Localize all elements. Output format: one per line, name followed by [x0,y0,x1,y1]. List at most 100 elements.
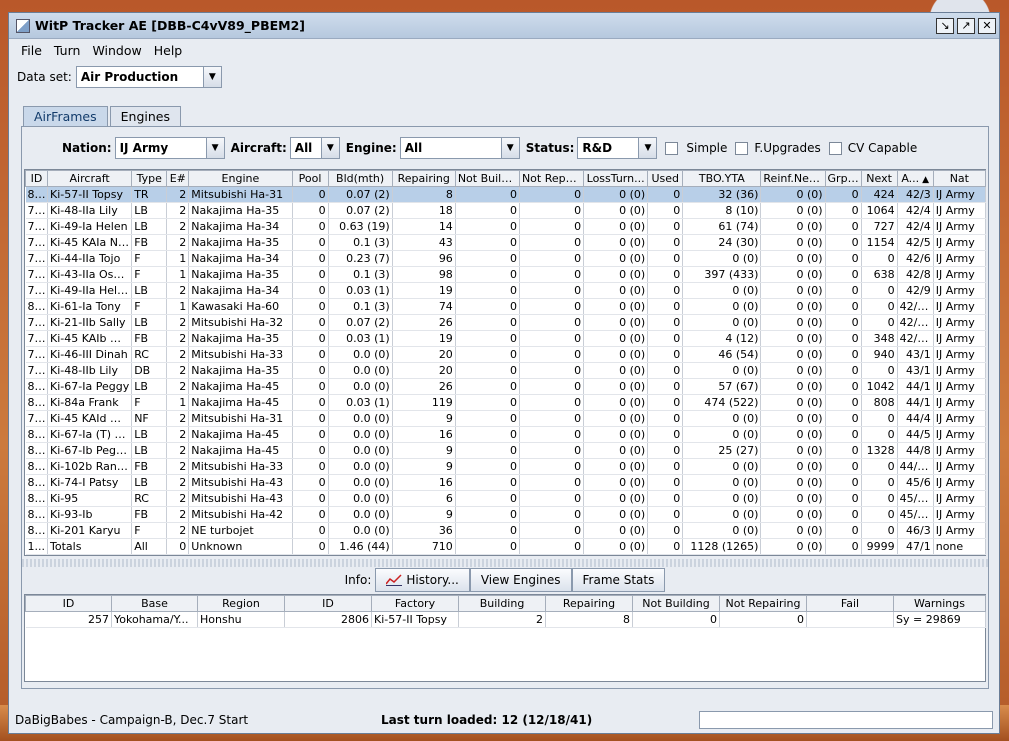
table-row[interactable]: 839 Ki-102b Randy FB 2 Mitsubishi Ha-33 0 0.0 … [25,458,987,475]
column-header[interactable]: ID [24,170,49,187]
table-cell: 638 [861,266,898,283]
chevron-down-icon[interactable]: ▼ [205,138,224,158]
column-header[interactable]: Next [860,170,898,187]
table-cell: 0 [292,394,329,411]
table-row[interactable]: 776 Ki-45 KAIb Nick FB 2 Nakajima Ha-35 0 0.03… [25,330,987,347]
nation-select[interactable]: IJ Army ▼ [114,137,225,159]
table-row[interactable]: 809 Ki-61-Ia Tony F 1 Kawasaki Ha-60 0 0.1 (3)… [25,298,987,315]
menu-help[interactable]: Help [148,43,189,58]
cvcapable-checkbox[interactable]: CV Capable [828,141,917,155]
column-header[interactable]: TBO.YTA [682,170,762,187]
airframe-table[interactable]: ID Aircraft Type E# Engine Pool Bld(mth) Repair… [24,169,987,556]
column-header[interactable]: Pool [291,170,329,187]
table-row[interactable]: 762 Ki-43-IIa Oscar F 1 Nakajima Ha-35 0 0.1 (… [25,266,987,283]
engine-select[interactable]: All ▼ [399,137,520,159]
column-header[interactable]: Aircraft [47,170,133,187]
column-header[interactable]: Repairing [391,170,456,187]
table-cell: 424 [861,186,898,203]
table-cell: 0 [455,442,520,459]
table-row[interactable]: 831 Ki-93-Ib FB 2 Mitsubishi Ha-42 0 0.0 (0) 9 0… [25,506,987,523]
menu-turn[interactable]: Turn [48,43,87,58]
table-cell: Mitsubishi Ha-42 [188,506,293,523]
table-row[interactable]: 815 Ki-67-Ia Peggy LB 2 Nakajima Ha-45 0 0.0 (… [25,378,987,395]
tab-airframes[interactable]: AirFrames [23,106,108,126]
factory-table[interactable]: ID Base Region ID Factory Building Repairing No… [24,594,986,682]
chevron-down-icon[interactable]: ▼ [202,67,221,87]
column-header[interactable]: Warnings [893,595,986,612]
column-header[interactable]: ID [25,595,112,612]
table-row[interactable]: 848 Ki-201 Karyu F 2 NE turbojet 0 0.0 (0) 36 0 0… [25,522,987,539]
title-bar[interactable]: WitP Tracker AE [DBB-C4vV89_PBEM2] ↘ ↗ ✕ [9,13,999,39]
table-cell: 45/11 [897,506,934,523]
chevron-down-icon[interactable]: ▼ [320,138,339,158]
column-header[interactable]: Not Repairing [719,595,807,612]
column-header[interactable]: Reinf.Nee... [760,170,826,187]
table-row[interactable]: 790 Ki-48-IIb Lily DB 2 Nakajima Ha-35 0 0.0 (… [25,362,987,379]
status-select[interactable]: R&D ▼ [577,137,658,159]
column-header[interactable]: A... ▲ [896,170,934,187]
table-cell: 0 [292,538,329,555]
table-row[interactable]: 816 Ki-67-Ib Peggy LB 2 Nakajima Ha-45 0 0.0 (… [25,442,987,459]
column-header[interactable]: Grp ... [824,170,862,187]
table-row[interactable]: 834 Ki-95 RC 2 Mitsubishi Ha-43 0 0.0 (0) 6 0 0 0 … [25,490,987,507]
table-row[interactable]: 818 Ki-67-Ia (T) Pe... LB 2 Nakajima Ha-45 0 0… [25,426,987,443]
table-cell: 0.0 (0) [328,522,393,539]
view-engines-button[interactable]: View Engines [469,568,572,592]
table-cell: 0 [719,611,807,628]
table-row[interactable]: 257 Yokohama/Y... Honshu 2806 Ki-57-II Topsy… [25,611,986,628]
menu-window[interactable]: Window [86,43,147,58]
chevron-down-icon[interactable]: ▼ [500,138,519,158]
maximize-icon[interactable]: ↗ [957,17,975,34]
column-header[interactable]: Type [131,170,168,187]
table-cell: 0 (0) [583,346,649,363]
menu-file[interactable]: File [15,43,48,58]
fupgrades-checkbox[interactable]: F.Upgrades [735,141,821,155]
column-header[interactable]: Not Building [632,595,720,612]
table-cell: DB [131,362,168,379]
table-cell: 0 [455,266,520,283]
column-header[interactable]: Base [111,595,198,612]
column-header[interactable]: LossTurn... [583,170,649,187]
table-row[interactable]: 793 Ki-49-Ia Helen LB 2 Nakajima Ha-34 0 0.63 … [25,218,987,235]
aircraft-select[interactable]: All ▼ [289,137,340,159]
table-row[interactable]: 794 Ki-49-IIa Helen LB 2 Nakajima Ha-34 0 0.03… [25,282,987,299]
table-cell: 0 (0) [583,234,649,251]
table-row[interactable]: 783 Ki-46-III Dinah RC 2 Mitsubishi Ha-33 0 0.… [25,346,987,363]
table-cell: 1154 [861,234,898,251]
table-cell: Ki-67-Ia (T) Pe... [47,426,133,443]
column-header[interactable]: Not Repai... [518,170,585,187]
splitter-handle[interactable] [22,559,988,567]
column-header[interactable]: E# [166,170,190,187]
column-header[interactable]: Bld(mth) [327,170,393,187]
history-button[interactable]: History... [375,568,470,592]
table-row[interactable]: 819 Ki-74-I Patsy LB 2 Mitsubishi Ha-43 0 0.0 … [25,474,987,491]
close-icon[interactable]: ✕ [978,17,996,34]
column-header[interactable]: Repairing [545,595,633,612]
column-header[interactable]: Nat [932,170,987,187]
frame-stats-button[interactable]: Frame Stats [571,568,666,592]
table-row[interactable]: 748 Ki-21-IIb Sally LB 2 Mitsubishi Ha-32 0 0.… [25,314,987,331]
table-row[interactable]: 806 Ki-57-II Topsy TR 2 Mitsubishi Ha-31 0 0.0… [25,186,987,203]
minimize-icon[interactable]: ↘ [936,17,954,34]
table-row[interactable]: 825 Ki-84a Frank F 1 Nakajima Ha-45 0 0.03 (1)… [25,394,987,411]
column-header[interactable]: Used [647,170,684,187]
table-row[interactable]: 775 Ki-45 KAIa Nick FB 2 Nakajima Ha-35 0 0.1 … [25,234,987,251]
dataset-select[interactable]: Air Production ▼ [75,66,222,88]
chevron-down-icon[interactable]: ▼ [638,138,657,158]
column-header[interactable]: Fail [806,595,894,612]
table-row[interactable]: 769 Ki-44-IIa Tojo F 1 Nakajima Ha-34 0 0.23 (… [25,250,987,267]
table-row[interactable]: 789 Ki-48-IIa Lily LB 2 Nakajima Ha-35 0 0.07 … [25,202,987,219]
table-row[interactable]: 778 Ki-45 KAId Nick NF 2 Mitsubishi Ha-31 0 0.… [25,410,987,427]
table-row[interactable]: 1... Totals All 0 Unknown 0 1.46 (44) 710 0 0 0 (0… [25,538,987,555]
table-cell: 0 [861,474,898,491]
column-header[interactable]: Factory [371,595,459,612]
column-header[interactable]: Engine [188,170,293,187]
column-header[interactable]: Not Buildi... [454,170,520,187]
tab-engines[interactable]: Engines [109,106,181,126]
column-header[interactable]: Building [458,595,546,612]
table-cell: 0 [647,250,684,267]
column-header[interactable]: Region [197,595,285,612]
table-cell: 809 [25,298,49,315]
simple-checkbox[interactable]: Simple [665,141,727,155]
column-header[interactable]: ID [284,595,372,612]
